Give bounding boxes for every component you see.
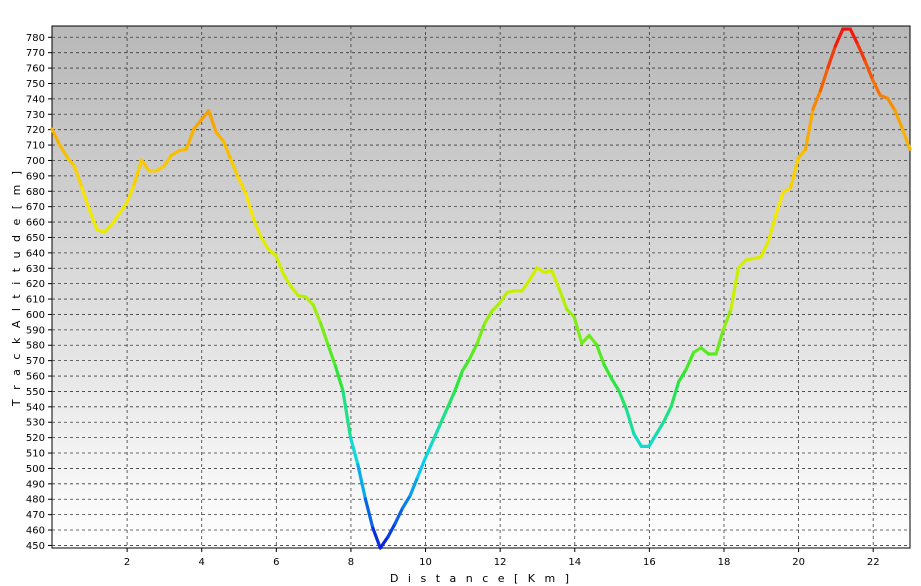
- y-tick-label: 560: [26, 372, 45, 383]
- y-tick-label: 640: [26, 248, 45, 259]
- y-tick-label: 460: [26, 526, 45, 537]
- x-tick-label: 20: [792, 557, 805, 568]
- x-tick-label: 8: [348, 557, 354, 568]
- y-tick-label: 480: [26, 495, 45, 506]
- x-tick-label: 22: [867, 557, 880, 568]
- y-tick-label: 450: [26, 541, 45, 552]
- y-tick-label: 570: [26, 356, 45, 367]
- y-tick-label: 510: [26, 449, 45, 460]
- x-axis-ticks: 2 4 6 8 10 12 14 16 18 20 22: [124, 548, 880, 568]
- y-tick-label: 690: [26, 171, 45, 182]
- y-tick-label: 780: [26, 33, 45, 44]
- y-tick-label: 750: [26, 79, 45, 90]
- y-tick-label: 600: [26, 310, 45, 321]
- y-tick-label: 540: [26, 402, 45, 413]
- plot-background: [51, 25, 911, 549]
- y-tick-label: 470: [26, 510, 45, 521]
- chart-container: 450 460 470 480 490 500 510 520 530 540 550 560 570 5…: [0, 0, 921, 586]
- y-tick-label: 520: [26, 433, 45, 444]
- y-tick-label: 700: [26, 156, 45, 167]
- y-tick-label: 670: [26, 202, 45, 213]
- x-tick-label: 10: [419, 557, 432, 568]
- y-tick-label: 740: [26, 94, 45, 105]
- y-tick-label: 610: [26, 295, 45, 306]
- y-tick-label: 580: [26, 341, 45, 352]
- y-tick-label: 590: [26, 325, 45, 336]
- y-tick-label: 730: [26, 110, 45, 121]
- y-axis-title: T r a c k A l t i t u d e [ m ]: [10, 168, 23, 407]
- y-tick-label: 500: [26, 464, 45, 475]
- x-axis-title: D i s t a n c e [ K m ]: [390, 572, 572, 585]
- x-tick-label: 6: [273, 557, 279, 568]
- y-tick-label: 680: [26, 187, 45, 198]
- y-tick-label: 720: [26, 125, 45, 136]
- x-tick-label: 18: [718, 557, 731, 568]
- x-tick-label: 2: [124, 557, 130, 568]
- x-tick-label: 12: [494, 557, 507, 568]
- x-tick-label: 14: [568, 557, 581, 568]
- y-tick-label: 770: [26, 48, 45, 59]
- y-tick-label: 710: [26, 141, 45, 152]
- y-tick-label: 620: [26, 279, 45, 290]
- y-tick-label: 660: [26, 218, 45, 229]
- y-tick-label: 530: [26, 418, 45, 429]
- y-tick-label: 630: [26, 264, 45, 275]
- y-tick-label: 760: [26, 64, 45, 75]
- altitude-profile-chart: 450 460 470 480 490 500 510 520 530 540 550 560 570 5…: [10, 25, 912, 585]
- y-tick-label: 490: [26, 479, 45, 490]
- y-axis-ticks: 450 460 470 480 490 500 510 520 530 540 550 560 570 5…: [26, 33, 52, 552]
- x-tick-label: 16: [643, 557, 656, 568]
- x-tick-label: 4: [199, 557, 205, 568]
- y-tick-label: 650: [26, 233, 45, 244]
- y-tick-label: 550: [26, 387, 45, 398]
